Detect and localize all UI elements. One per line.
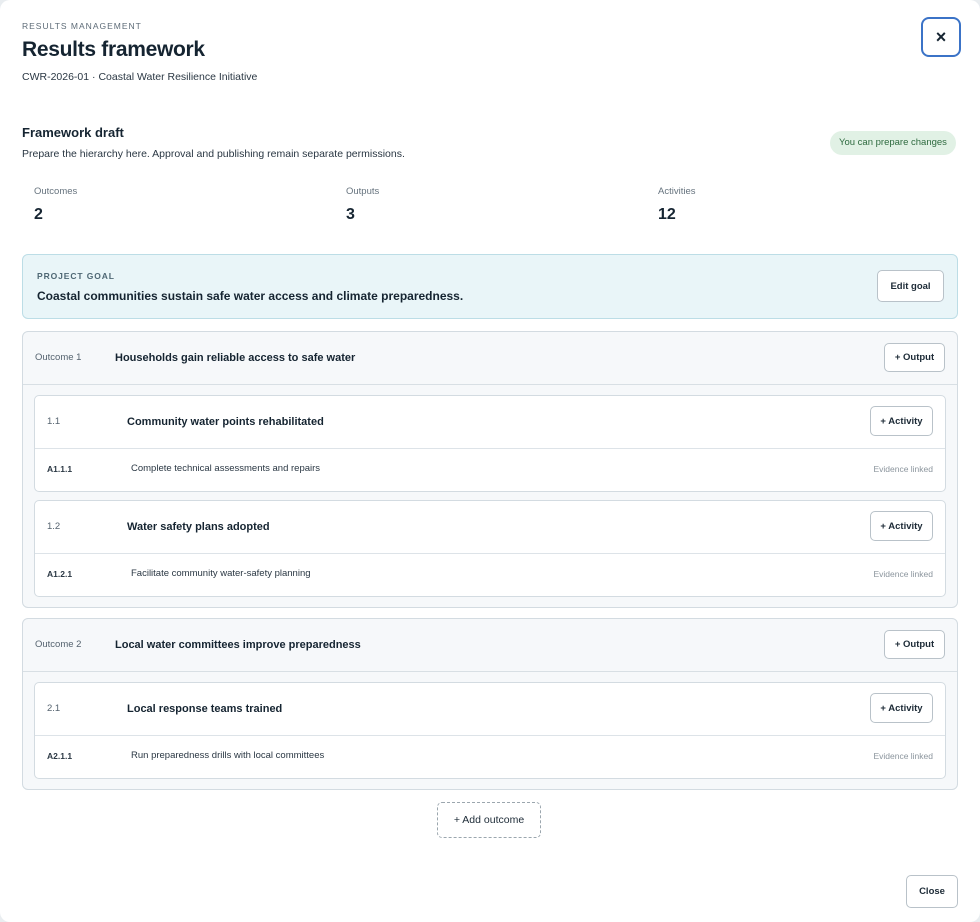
output-number: 1.2 [47, 521, 61, 532]
activity-code: A1.1.1 [47, 464, 73, 474]
activity-text: Complete technical assessments and repai… [131, 463, 321, 474]
activity-row[interactable]: A1.2.1 Facilitate community water-safety… [35, 554, 945, 596]
add-output-button[interactable]: + Output [884, 343, 945, 372]
permission-badge: You can prepare changes [830, 131, 956, 155]
stat-label: Activities [658, 186, 696, 197]
close-icon: × [935, 26, 947, 47]
outcome-header: Outcome 2 Local water committees improve… [23, 619, 957, 672]
add-activity-button[interactable]: + Activity [870, 511, 933, 541]
activity-text: Run preparedness drills with local commi… [131, 750, 325, 761]
stat-label: Outputs [346, 186, 380, 197]
add-activity-button[interactable]: + Activity [870, 693, 933, 723]
output-card: 2.1 Local response teams trained + Activ… [34, 682, 946, 779]
draft-title: Framework draft [22, 125, 124, 140]
evidence-status: Evidence linked [873, 464, 933, 474]
evidence-status: Evidence linked [873, 751, 933, 761]
outcome-card: Outcome 2 Local water committees improve… [22, 618, 958, 790]
section-eyebrow: RESULTS MANAGEMENT [22, 21, 142, 31]
output-card: 1.2 Water safety plans adopted + Activit… [34, 500, 946, 597]
evidence-status: Evidence linked [873, 569, 933, 579]
activity-row[interactable]: A2.1.1 Run preparedness drills with loca… [35, 736, 945, 778]
edit-goal-button[interactable]: Edit goal [877, 270, 944, 302]
goal-text: Coastal communities sustain safe water a… [37, 289, 464, 303]
add-activity-button[interactable]: + Activity [870, 406, 933, 436]
page-title: Results framework [22, 38, 205, 61]
stat-value: 2 [34, 206, 43, 223]
add-output-button[interactable]: + Output [884, 630, 945, 659]
stat-value: 12 [658, 206, 676, 223]
output-title: Community water points rehabilitated [127, 416, 324, 428]
activity-text: Facilitate community water-safety planni… [131, 568, 311, 579]
outcome-title: Local water committees improve preparedn… [115, 639, 361, 651]
outcome-card: Outcome 1 Households gain reliable acces… [22, 331, 958, 608]
stat-outputs: Outputs 3 [346, 186, 379, 224]
output-header: 1.1 Community water points rehabilitated… [35, 396, 945, 449]
add-outcome-button[interactable]: + Add outcome [437, 802, 541, 838]
output-number: 2.1 [47, 703, 61, 714]
outcome-number: Outcome 1 [35, 352, 82, 363]
close-dialog-button[interactable]: × [921, 17, 961, 57]
goal-eyebrow: PROJECT GOAL [37, 271, 115, 281]
output-title: Local response teams trained [127, 703, 283, 715]
activity-code: A1.2.1 [47, 569, 73, 579]
activity-code: A2.1.1 [47, 751, 73, 761]
draft-description: Prepare the hierarchy here. Approval and… [22, 148, 405, 160]
project-subtitle: CWR-2026-01 · Coastal Water Resilience I… [22, 71, 258, 83]
outcome-number: Outcome 2 [35, 639, 82, 650]
output-card: 1.1 Community water points rehabilitated… [34, 395, 946, 492]
output-number: 1.1 [47, 416, 61, 427]
outcome-title: Households gain reliable access to safe … [115, 352, 356, 364]
output-title: Water safety plans adopted [127, 521, 270, 533]
stat-label: Outcomes [34, 186, 78, 197]
results-framework-dialog: RESULTS MANAGEMENT Results framework CWR… [0, 0, 980, 922]
output-header: 2.1 Local response teams trained + Activ… [35, 683, 945, 736]
stat-outcomes: Outcomes 2 [34, 186, 77, 224]
output-header: 1.2 Water safety plans adopted + Activit… [35, 501, 945, 554]
project-goal-card: PROJECT GOAL Coastal communities sustain… [22, 254, 958, 319]
close-button[interactable]: Close [906, 875, 958, 908]
stat-activities: Activities 12 [658, 186, 695, 224]
stat-value: 3 [346, 206, 355, 223]
activity-row[interactable]: A1.1.1 Complete technical assessments an… [35, 449, 945, 491]
outcome-header: Outcome 1 Households gain reliable acces… [23, 332, 957, 385]
